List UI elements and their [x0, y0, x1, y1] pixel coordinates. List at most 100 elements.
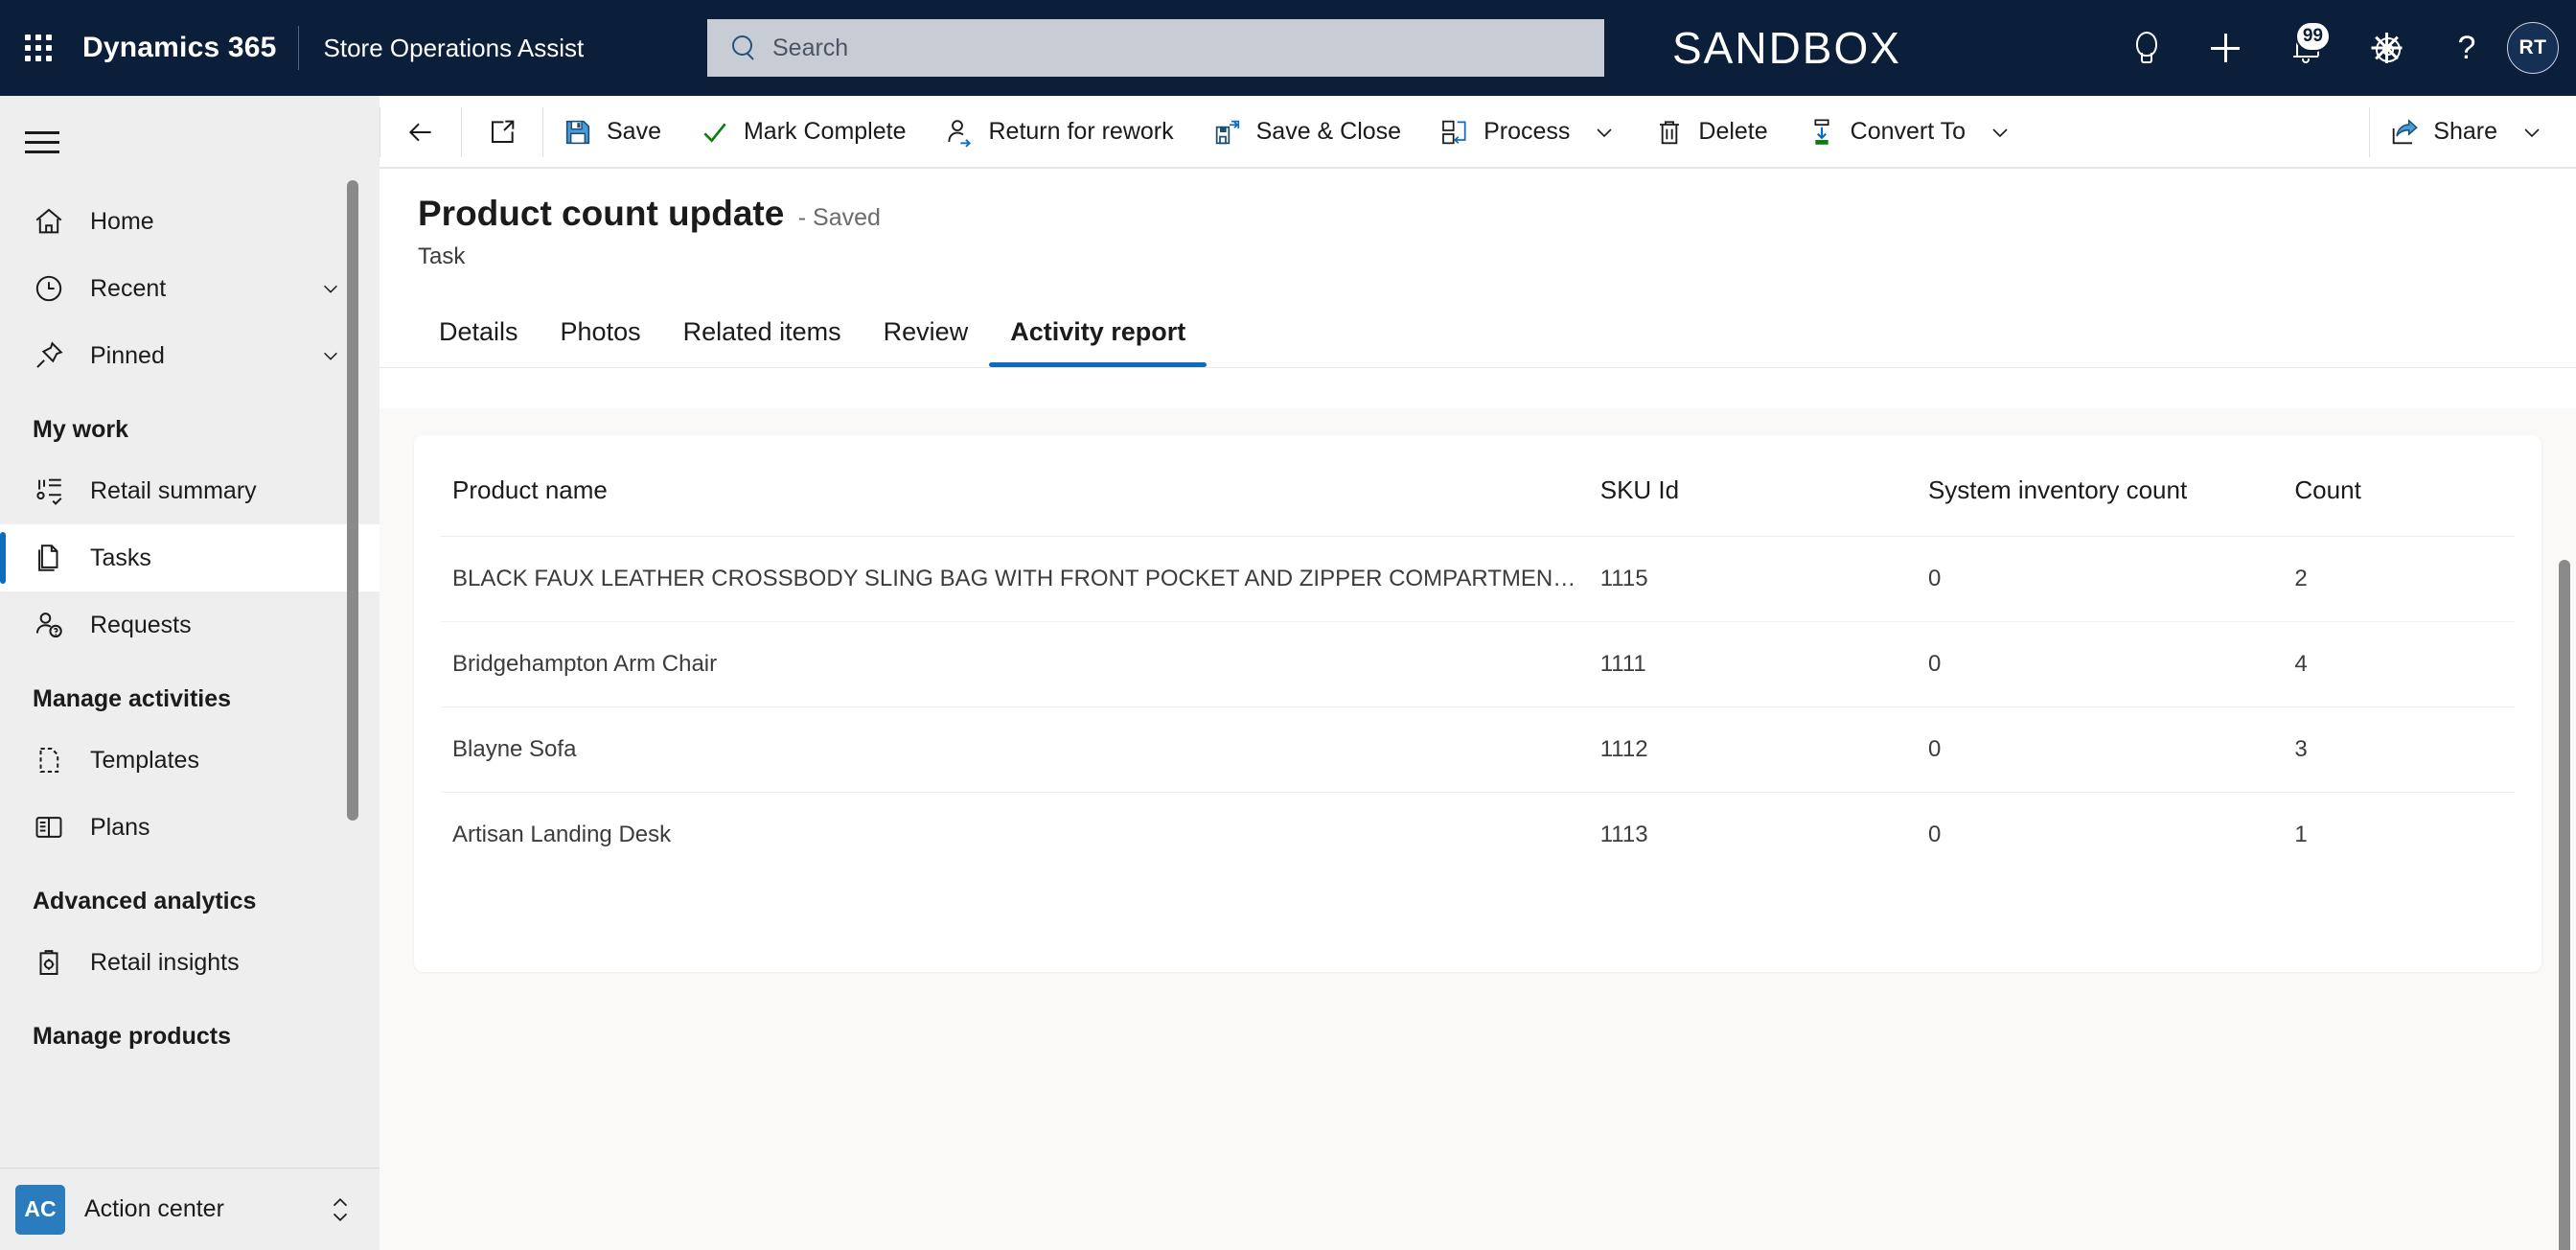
sidebar-item-label: Tasks — [90, 544, 151, 571]
record-header: Product count update - Saved Task — [380, 169, 2576, 270]
command-label: Process — [1484, 118, 1571, 145]
action-center-button[interactable]: AC Action center — [0, 1168, 380, 1250]
chevron-down-icon[interactable] — [2520, 121, 2543, 144]
gear-icon — [2371, 33, 2402, 63]
environment-label: SANDBOX — [1672, 23, 1901, 73]
cell-sku-id: 1111 — [1588, 621, 1917, 707]
activity-report-panel: Product name SKU Id System inventory cou… — [380, 408, 2576, 1250]
clock-icon — [33, 272, 65, 305]
sidebar-item-label: Requests — [90, 611, 192, 638]
cell-sku-id: 1113 — [1599, 822, 1648, 847]
cell-sku-id: 1115 — [1588, 536, 1917, 622]
plus-icon — [2211, 34, 2240, 62]
global-search-box[interactable]: Search — [707, 19, 1604, 77]
app-name-label[interactable]: Store Operations Assist — [299, 34, 610, 63]
action-center-label: Action center — [84, 1195, 224, 1222]
column-header-sku-id[interactable]: SKU Id — [1588, 435, 1917, 537]
sidebar-item-pinned[interactable]: Pinned — [0, 322, 380, 389]
sidebar-item-retail-summary[interactable]: Retail summary — [0, 457, 380, 524]
sidebar-group-manage-products: Manage products — [33, 1023, 231, 1050]
table-header-row: Product name SKU Id System inventory cou… — [441, 435, 2515, 537]
return-for-rework-button[interactable]: Return for rework — [925, 96, 1192, 169]
command-bar: Save Mark Complete Return for rework Sav… — [380, 96, 2576, 169]
chevron-down-icon[interactable] — [1989, 121, 2012, 144]
tab-details[interactable]: Details — [418, 296, 540, 367]
save-status: - Saved — [797, 204, 881, 231]
analytics-icon — [33, 475, 65, 507]
column-header-count[interactable]: Count — [2283, 435, 2515, 537]
convert-to-button[interactable]: Convert To — [1787, 96, 2031, 169]
cell-product-name: BLACK FAUX LEATHER CROSSBODY SLING BAG W… — [441, 536, 1589, 622]
brand-title[interactable]: Dynamics 365 — [77, 32, 298, 64]
sidebar-scrollbar-thumb[interactable] — [347, 180, 358, 821]
chevron-down-icon[interactable] — [1593, 121, 1616, 144]
page-title: Product count update — [418, 194, 785, 233]
command-label: Mark Complete — [743, 118, 907, 145]
table-row[interactable]: Blayne Sofa 1112 0 3 — [441, 706, 2515, 793]
bulb-button[interactable] — [2104, 0, 2185, 96]
plans-grid-icon — [33, 811, 65, 844]
sidebar-item-tasks[interactable]: Tasks — [0, 524, 380, 591]
sidebar-item-requests[interactable]: Requests — [0, 591, 380, 659]
back-arrow-icon — [405, 117, 436, 148]
settings-button[interactable] — [2346, 0, 2426, 96]
column-header-product-name[interactable]: Product name — [441, 435, 1589, 537]
tab-review[interactable]: Review — [862, 296, 990, 367]
pin-icon — [33, 339, 65, 372]
app-launcher-button[interactable] — [0, 0, 77, 96]
help-button[interactable]: ? — [2426, 0, 2507, 96]
sidebar-item-home[interactable]: Home — [0, 188, 380, 255]
avatar[interactable]: RT — [2507, 22, 2559, 74]
back-button[interactable] — [380, 96, 461, 169]
sidebar-group-manage-activities: Manage activities — [33, 685, 232, 712]
sidebar-item-label: Recent — [90, 274, 167, 302]
table-row[interactable]: BLACK FAUX LEATHER CROSSBODY SLING BAG W… — [441, 536, 2515, 622]
sidebar-item-templates[interactable]: Templates — [0, 727, 380, 794]
clipboard-gear-icon — [33, 946, 65, 979]
sidebar: Home Recent Pinned My work Retail summar… — [0, 96, 380, 1250]
process-icon — [1439, 117, 1470, 148]
save-button[interactable]: Save — [543, 96, 680, 169]
chevron-down-icon[interactable] — [320, 278, 341, 299]
save-and-close-icon — [1212, 117, 1243, 148]
cell-system-inventory-count: 0 — [1916, 621, 2284, 707]
notifications-button[interactable]: 99 — [2266, 0, 2346, 96]
cell-count: 1 — [2294, 822, 2308, 847]
sidebar-item-label: Retail insights — [90, 948, 240, 976]
convert-to-icon — [1806, 117, 1837, 148]
cell-product-name: Blayne Sofa — [441, 706, 1589, 793]
tab-related-items[interactable]: Related items — [662, 296, 862, 367]
sidebar-group-my-work: My work — [33, 416, 129, 443]
checkmark-icon — [700, 117, 730, 148]
person-arrow-icon — [944, 117, 975, 148]
main-scrollbar-thumb[interactable] — [2559, 560, 2570, 1250]
column-header-system-inventory-count[interactable]: System inventory count — [1916, 435, 2284, 537]
delete-button[interactable]: Delete — [1635, 96, 1786, 169]
mark-complete-button[interactable]: Mark Complete — [680, 96, 926, 169]
save-and-close-button[interactable]: Save & Close — [1193, 96, 1420, 169]
sidebar-item-plans[interactable]: Plans — [0, 794, 380, 861]
tab-activity-report[interactable]: Activity report — [989, 296, 1208, 367]
sidebar-toggle-button[interactable] — [0, 96, 380, 188]
table-row[interactable]: Bridgehampton Arm Chair 1111 0 4 — [441, 621, 2515, 707]
popout-button[interactable] — [462, 96, 542, 169]
tab-photos[interactable]: Photos — [540, 296, 662, 367]
sidebar-item-label: Retail summary — [90, 476, 257, 504]
command-label: Share — [2433, 118, 2497, 145]
cell-system-inventory-count: 0 — [1927, 822, 1942, 847]
table-row[interactable]: Artisan Landing Desk 1113 0 1 — [441, 793, 2515, 878]
sidebar-item-recent[interactable]: Recent — [0, 255, 380, 322]
command-label: Save & Close — [1255, 118, 1402, 145]
command-label: Save — [607, 118, 661, 145]
cell-count: 4 — [2283, 621, 2515, 707]
up-down-chevron-icon[interactable] — [328, 1193, 353, 1226]
command-label: Return for rework — [988, 118, 1174, 145]
share-button[interactable]: Share — [2370, 96, 2576, 169]
sidebar-item-label: Home — [90, 207, 154, 235]
process-button[interactable]: Process — [1420, 96, 1635, 169]
cell-count: 2 — [2283, 536, 2515, 622]
quick-create-button[interactable] — [2185, 0, 2266, 96]
sidebar-item-retail-insights[interactable]: Retail insights — [0, 929, 380, 996]
chevron-down-icon[interactable] — [320, 345, 341, 366]
action-center-badge: AC — [15, 1184, 65, 1235]
